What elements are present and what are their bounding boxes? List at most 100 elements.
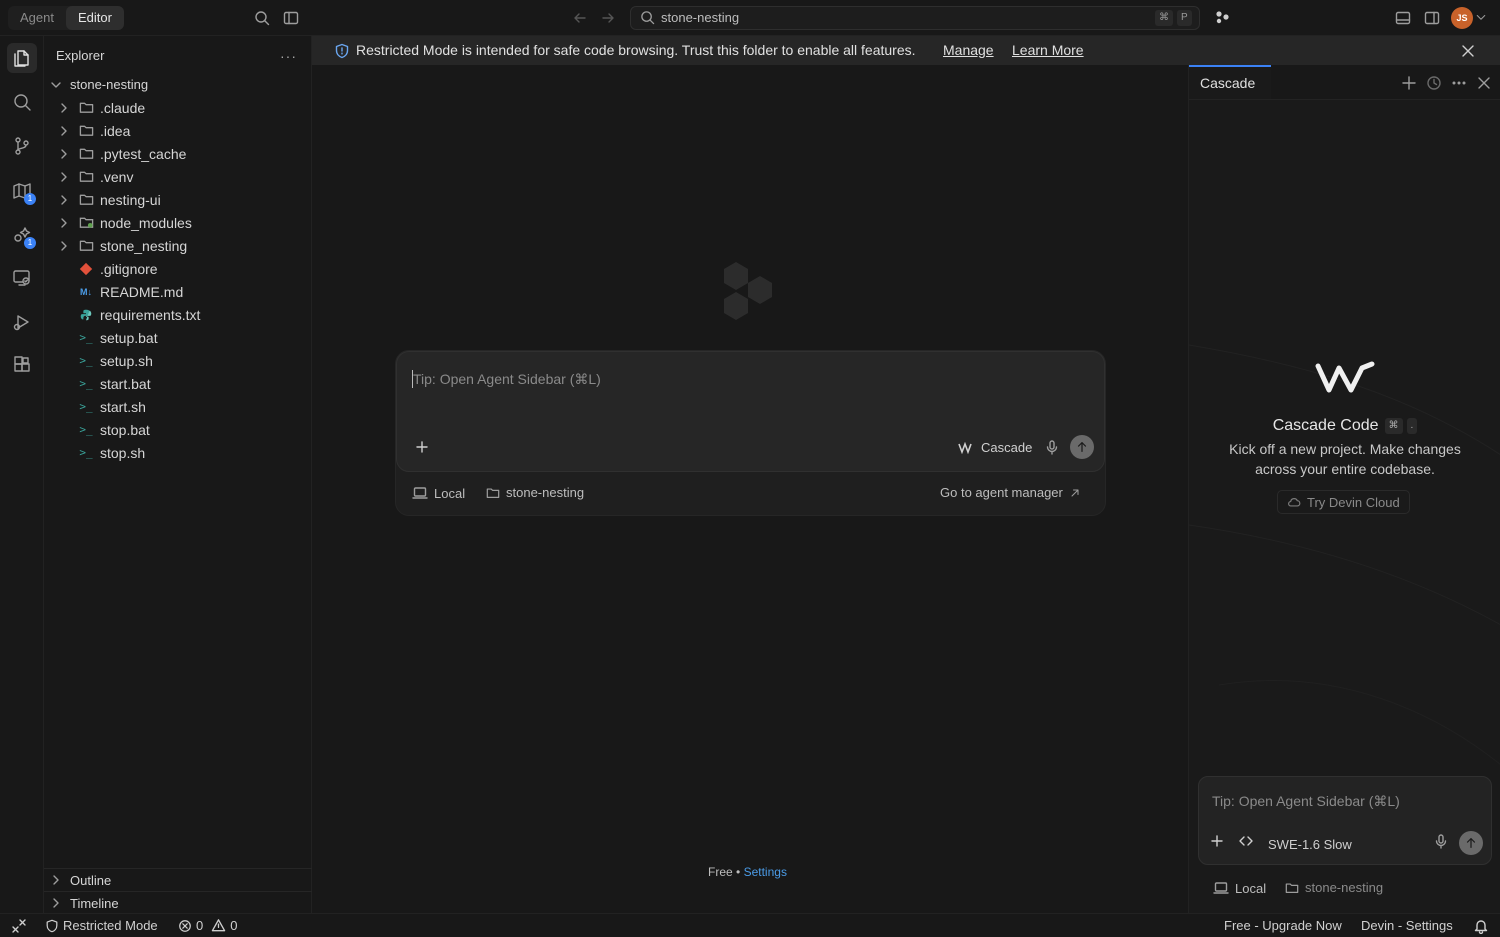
file-item[interactable]: >_ setup.sh	[44, 349, 312, 372]
windsurf-graph-icon[interactable]	[1215, 9, 1231, 25]
chat-input-area: Tip: Open Agent Sidebar (⌘L) Cascade	[396, 351, 1105, 472]
tab-cascade[interactable]: Cascade	[1189, 65, 1271, 99]
file-label: .claude	[100, 99, 146, 116]
local-environment[interactable]: Local	[412, 485, 465, 501]
folder-item[interactable]: .idea	[44, 119, 312, 142]
remote-icon[interactable]	[11, 267, 33, 289]
run-debug-icon[interactable]	[11, 311, 33, 333]
shield-icon	[46, 919, 58, 932]
devin-settings-link[interactable]: Devin - Settings	[1361, 918, 1453, 933]
outline-label: Outline	[70, 872, 112, 888]
editor-mode-tab[interactable]: Editor	[65, 6, 124, 30]
file-item[interactable]: >_ start.sh	[44, 395, 312, 418]
cloud-icon	[1288, 498, 1301, 507]
folder-item[interactable]: stone_nesting	[44, 234, 312, 257]
model-selector[interactable]: Cascade	[958, 440, 1032, 455]
file-label: requirements.txt	[100, 306, 201, 323]
timeline-section[interactable]: Timeline	[44, 891, 312, 914]
more-actions-button[interactable]: ···	[280, 48, 297, 64]
settings-link[interactable]: Settings	[744, 865, 787, 879]
file-item[interactable]: >_ stop.bat	[44, 418, 312, 441]
local-label: Local	[1235, 880, 1267, 896]
folder-icon	[78, 169, 94, 185]
status-bar: Restricted Mode 0 0 Free - Upgrade Now D…	[0, 913, 1500, 937]
file-label: .idea	[100, 122, 131, 139]
shortcut-key: ⌘	[1384, 418, 1403, 434]
remote-indicator-icon[interactable]	[11, 918, 27, 934]
try-devin-cloud-button[interactable]: Try Devin Cloud	[1277, 490, 1410, 514]
file-item[interactable]: M↓ README.md	[44, 280, 312, 303]
notification-badge: 1	[24, 237, 36, 249]
chevron-right-icon	[61, 171, 67, 182]
file-item[interactable]: >_ setup.bat	[44, 326, 312, 349]
chat-input[interactable]: Tip: Open Agent Sidebar (⌘L)	[413, 371, 601, 388]
error-count: 0	[196, 918, 204, 933]
close-icon[interactable]	[1460, 43, 1476, 59]
toggle-panel-icon[interactable]	[1395, 10, 1411, 26]
plus-icon[interactable]	[1209, 833, 1225, 849]
more-icon[interactable]	[1451, 75, 1467, 91]
file-label: start.bat	[100, 375, 151, 392]
explorer-icon[interactable]	[7, 43, 37, 73]
workspace-folder[interactable]: stone-nesting	[1285, 880, 1383, 895]
root-folder[interactable]: stone-nesting	[44, 73, 312, 96]
folder-item[interactable]: .pytest_cache	[44, 142, 312, 165]
upgrade-link[interactable]: Free - Upgrade Now	[1224, 918, 1342, 933]
cascade-input[interactable]: Tip: Open Agent Sidebar (⌘L)	[1212, 793, 1400, 810]
workspace-folder[interactable]: stone-nesting	[486, 485, 584, 500]
search-icon[interactable]	[254, 10, 270, 26]
send-button[interactable]	[1070, 435, 1094, 459]
agent-manager-link[interactable]: Go to agent manager	[940, 485, 1081, 500]
chevron-down-icon[interactable]	[1475, 11, 1487, 23]
file-item[interactable]: >_ stop.sh	[44, 441, 312, 464]
problems-indicator[interactable]: 0 0	[178, 918, 237, 933]
local-environment[interactable]: Local	[1213, 880, 1266, 896]
folder-item[interactable]: node_modules	[44, 211, 312, 234]
tab-label: Cascade	[1200, 75, 1256, 91]
microphone-icon[interactable]	[1041, 436, 1063, 458]
file-item[interactable]: .gitignore	[44, 257, 312, 280]
agent-mode-tab[interactable]: Agent	[8, 6, 66, 30]
manage-link[interactable]: Manage	[943, 42, 994, 58]
toggle-secondary-sidebar-icon[interactable]	[1424, 10, 1440, 26]
folder-item[interactable]: .claude	[44, 96, 312, 119]
plus-icon[interactable]	[1401, 75, 1417, 91]
folder-icon	[78, 192, 94, 208]
file-item[interactable]: requirements.txt	[44, 303, 312, 326]
file-label: setup.bat	[100, 329, 158, 346]
forward-arrow-icon[interactable]	[600, 10, 616, 26]
history-icon[interactable]	[1426, 75, 1442, 91]
extensions-icon[interactable]	[11, 354, 33, 376]
search-icon[interactable]	[11, 91, 33, 113]
folder-item[interactable]: nesting-ui	[44, 188, 312, 211]
close-icon[interactable]	[1476, 75, 1492, 91]
editor-footer: Free • Settings	[708, 865, 787, 879]
folder-item[interactable]: .venv	[44, 165, 312, 188]
explorer-sidebar: Explorer ··· stone-nesting .claude .idea.…	[44, 36, 312, 913]
shortcut-key: P	[1177, 10, 1192, 26]
code-icon[interactable]	[1238, 833, 1254, 849]
bell-icon[interactable]	[1473, 918, 1489, 934]
chevron-right-icon	[61, 217, 67, 228]
extensions-ai-icon[interactable]: 1	[11, 224, 36, 249]
learn-more-link[interactable]: Learn More	[1012, 42, 1084, 58]
map-icon[interactable]: 1	[11, 180, 36, 205]
avatar[interactable]: JS	[1451, 7, 1473, 29]
chevron-right-icon	[61, 148, 67, 159]
notification-badge: 1	[24, 193, 36, 205]
node-folder-icon	[78, 215, 94, 231]
back-arrow-icon[interactable]	[572, 10, 588, 26]
restricted-mode-indicator[interactable]: Restricted Mode	[45, 918, 158, 933]
model-selector[interactable]: SWE-1.6 Slow	[1268, 837, 1352, 852]
microphone-icon[interactable]	[1433, 833, 1449, 849]
source-control-icon[interactable]	[11, 135, 33, 157]
title-text: Cascade Code	[1272, 417, 1379, 434]
toggle-sidebar-icon[interactable]	[283, 10, 299, 26]
shell-file-icon: >_	[79, 446, 93, 459]
file-item[interactable]: >_ start.bat	[44, 372, 312, 395]
add-context-button[interactable]	[411, 436, 433, 458]
outline-section[interactable]: Outline	[44, 868, 312, 891]
file-label: stop.sh	[100, 444, 146, 461]
command-center-search[interactable]: stone-nesting ⌘ P	[630, 6, 1200, 30]
send-button[interactable]	[1459, 831, 1483, 855]
